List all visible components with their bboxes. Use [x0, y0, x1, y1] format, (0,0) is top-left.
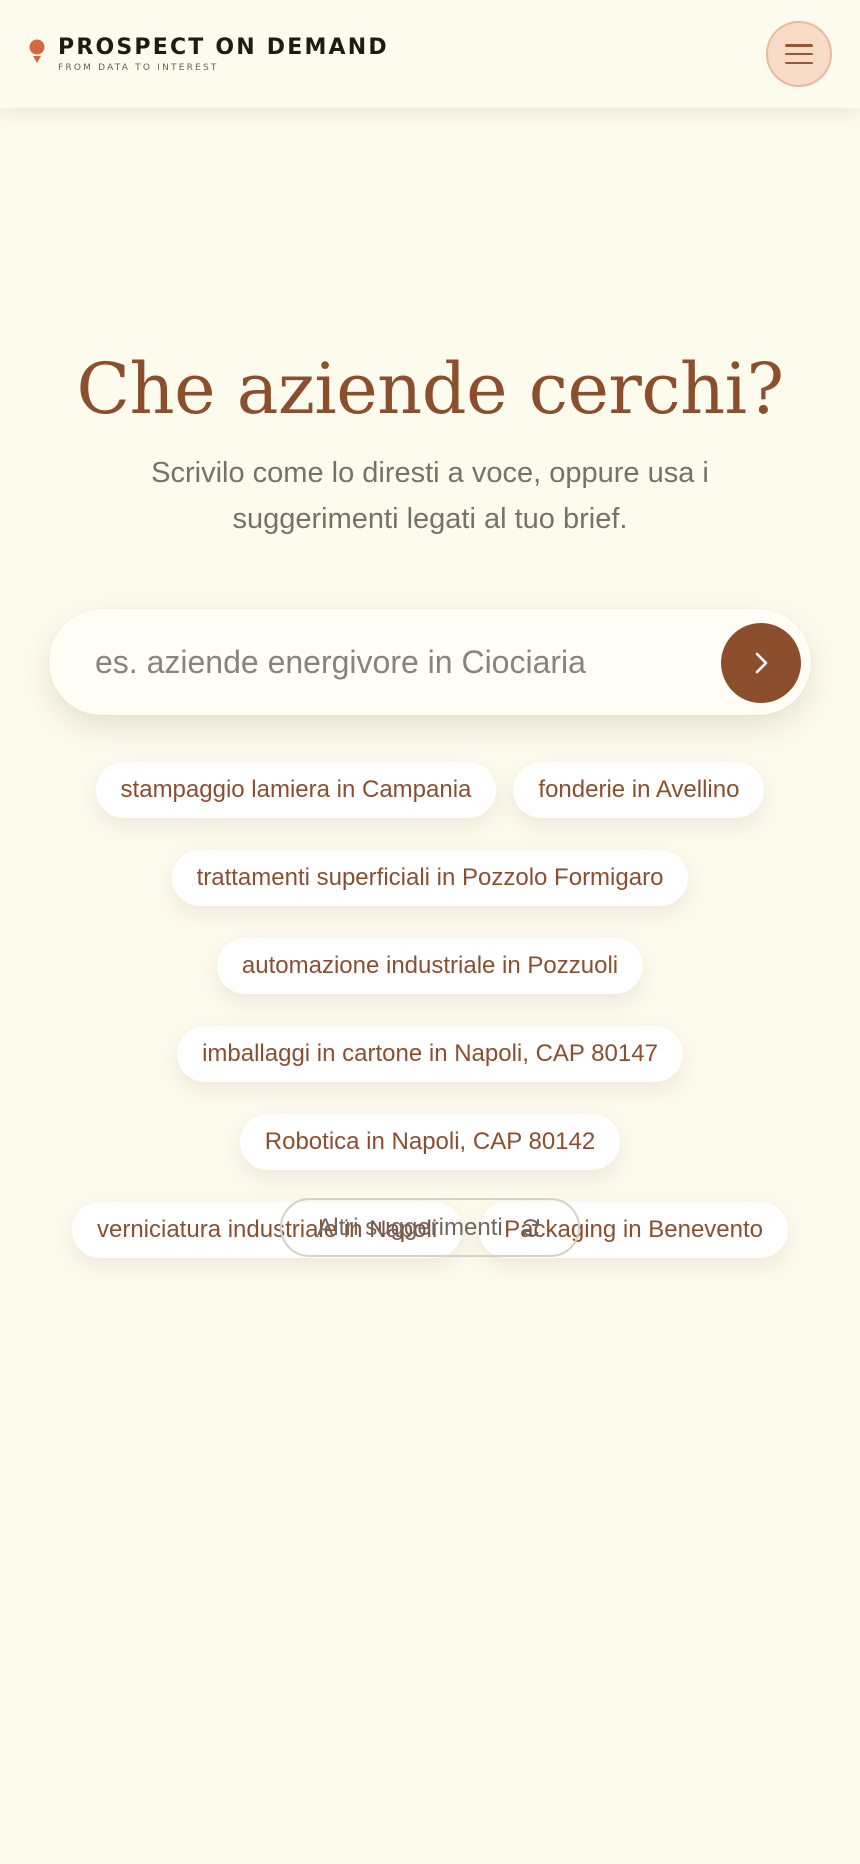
search-input[interactable]: [95, 629, 695, 695]
location-pin-icon: [29, 39, 45, 63]
brand-name: PROSPECT ON DEMAND: [58, 35, 389, 60]
menu-button[interactable]: [766, 21, 832, 87]
refresh-icon: [522, 1218, 539, 1237]
suggestion-chip[interactable]: fonderie in Avellino: [513, 762, 765, 818]
search-bar: [49, 609, 811, 715]
brand-tagline: FROM DATA TO INTEREST: [58, 63, 219, 73]
suggestion-chip[interactable]: Robotica in Napoli, CAP 80142: [239, 1114, 621, 1170]
suggestion-chip[interactable]: automazione industriale in Pozzuoli: [216, 938, 644, 994]
page-title: Che aziende cerchi?: [76, 348, 784, 430]
hamburger-menu-icon: [785, 44, 813, 64]
suggestion-chips: stampaggio lamiera in Campania fonderie …: [40, 762, 820, 1258]
top-header: PROSPECT ON DEMAND FROM DATA TO INTEREST: [0, 0, 860, 108]
suggestion-chip[interactable]: trattamenti superficiali in Pozzolo Form…: [171, 850, 689, 906]
search-submit-button[interactable]: [721, 623, 801, 703]
brand-logo[interactable]: PROSPECT ON DEMAND FROM DATA TO INTEREST: [26, 36, 389, 73]
more-suggestions-button[interactable]: Altri suggerimenti: [280, 1198, 580, 1257]
suggestion-chip[interactable]: imballaggi in cartone in Napoli, CAP 801…: [177, 1026, 683, 1082]
page-subtitle: Scrivilo come lo diresti a voce, oppure …: [151, 457, 709, 535]
logo-text: PROSPECT ON DEMAND FROM DATA TO INTEREST: [58, 35, 389, 74]
suggestion-chip[interactable]: stampaggio lamiera in Campania: [95, 762, 497, 818]
more-suggestions-label: Altri suggerimenti: [317, 1213, 503, 1241]
chevron-right-icon: [755, 652, 768, 674]
